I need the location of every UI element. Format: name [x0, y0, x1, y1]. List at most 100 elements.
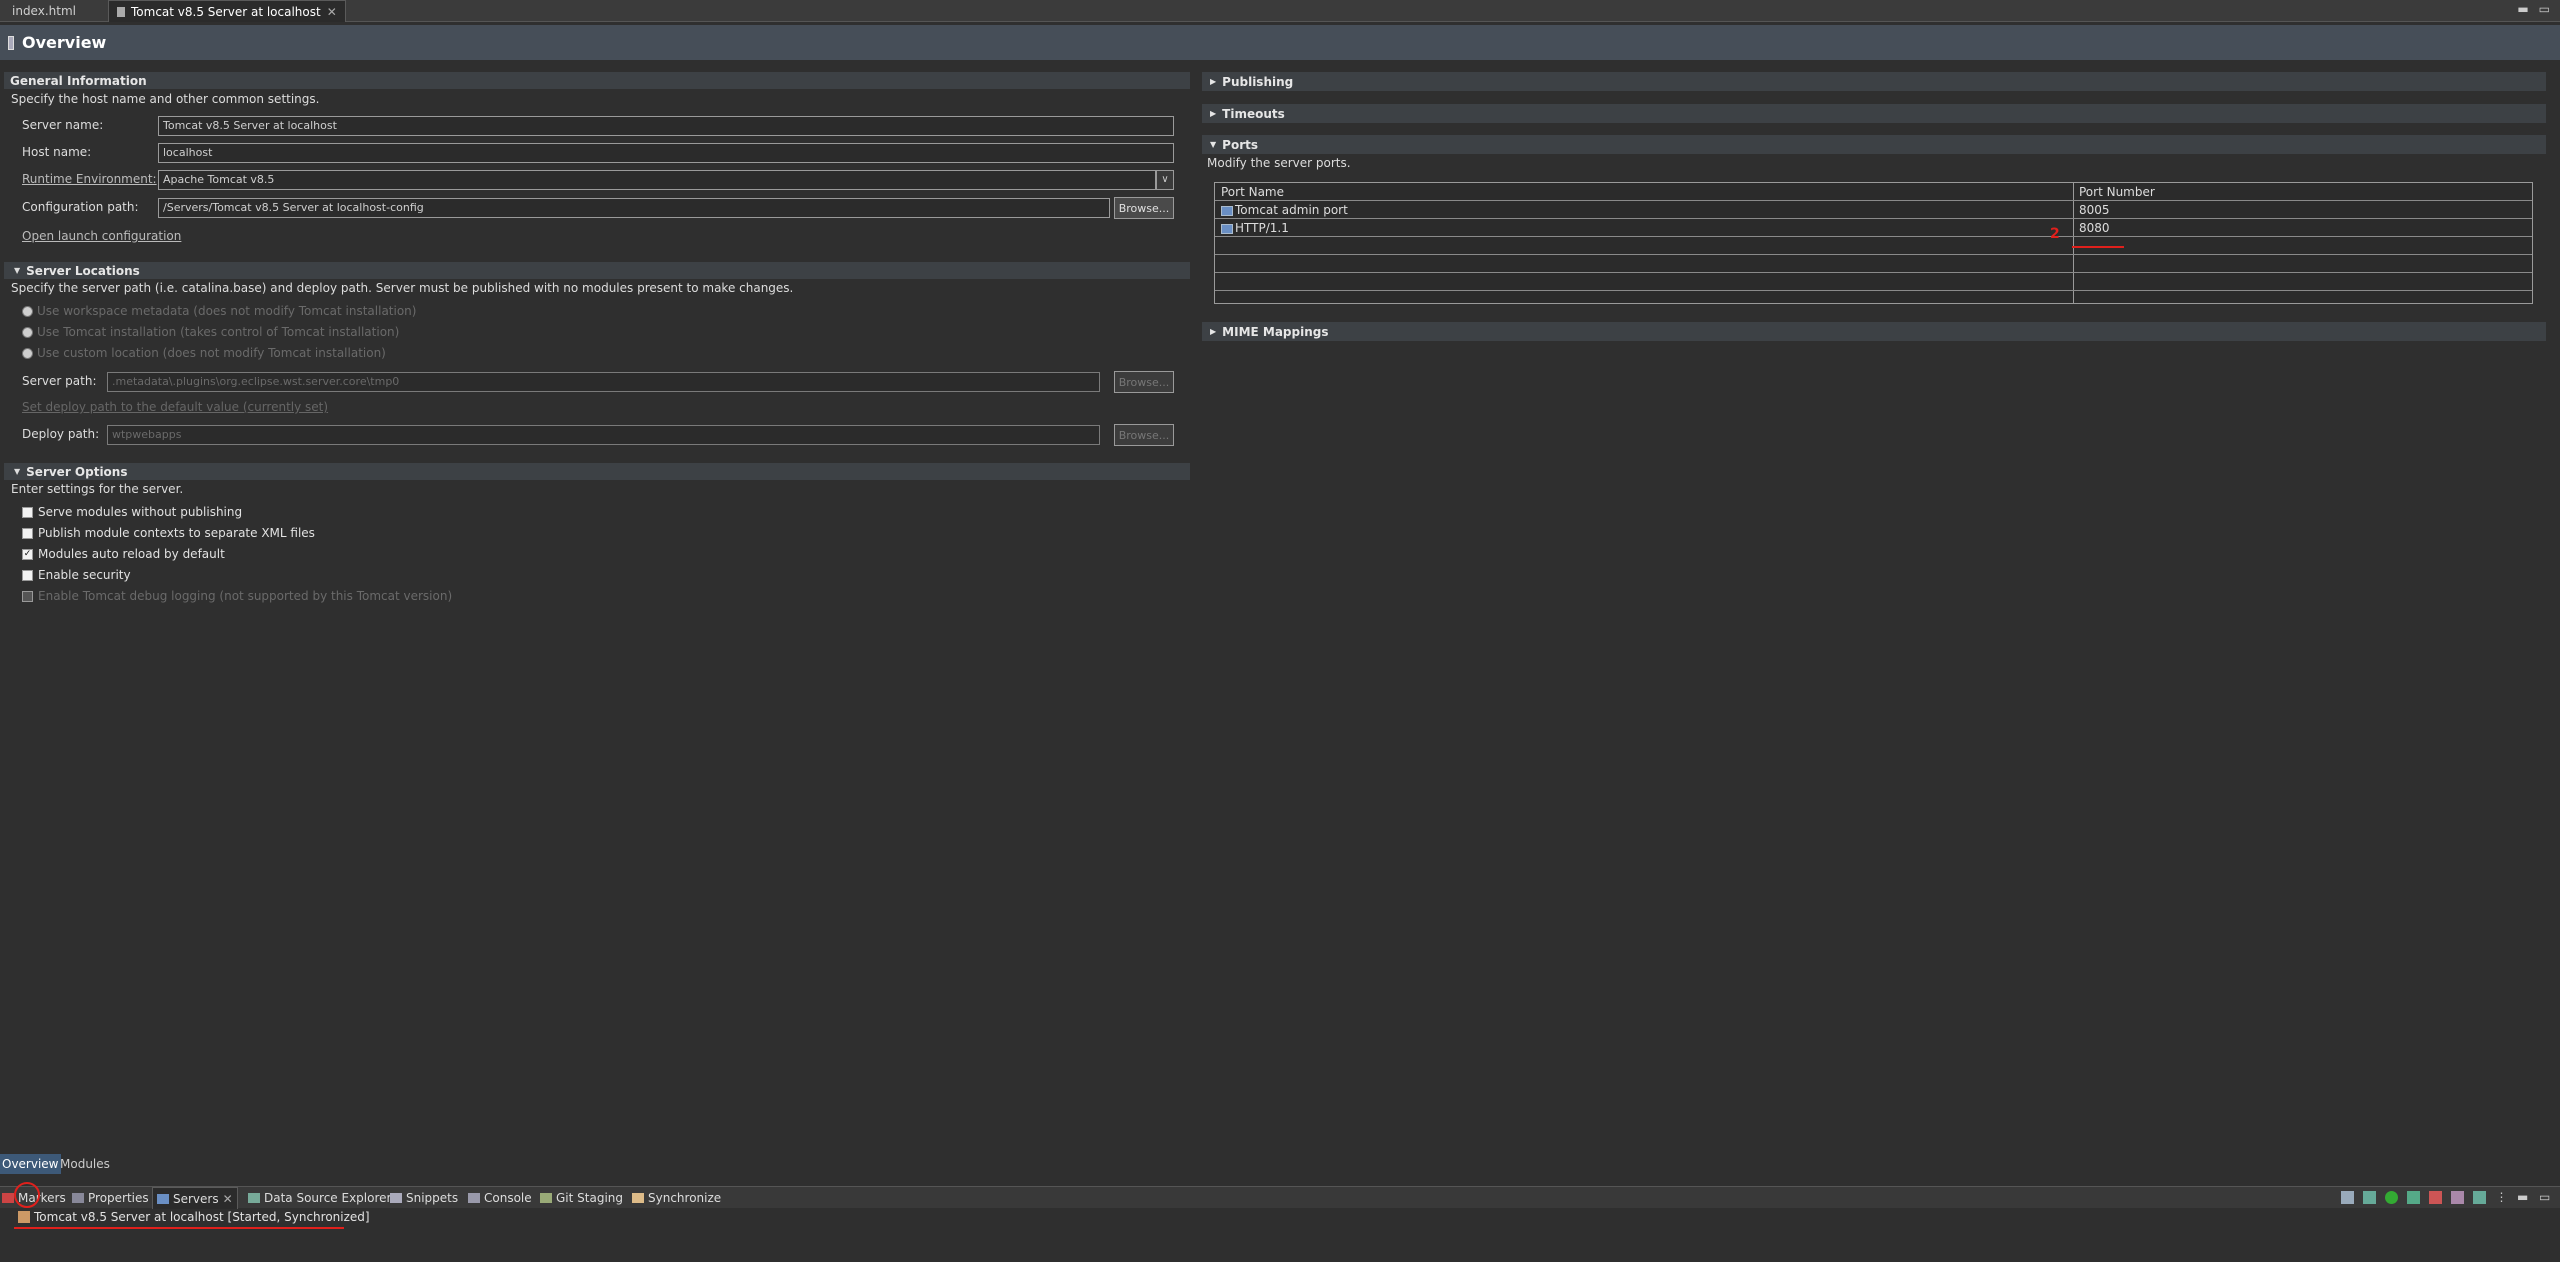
section-timeouts-header[interactable]: ▶ Timeouts [1202, 104, 2546, 123]
ports-table-header: Port Name Port Number [1215, 183, 2532, 201]
section-publishing-header[interactable]: ▶ Publishing [1202, 72, 2546, 91]
section-locations-title: Server Locations [26, 263, 140, 278]
checkbox-enable-security[interactable]: Enable security [22, 568, 131, 582]
snippets-icon [390, 1193, 402, 1203]
tab-properties-label: Properties [88, 1191, 149, 1205]
server-path-browse-button[interactable]: Browse... [1114, 371, 1174, 393]
radio-custom-location[interactable]: Use custom location (does not modify Tom… [22, 346, 386, 360]
radio-tomcat-installation[interactable]: Use Tomcat installation (takes control o… [22, 325, 399, 339]
server-list-item-label: Tomcat v8.5 Server at localhost [Started… [34, 1210, 370, 1224]
configuration-path-label: Configuration path: [22, 200, 139, 214]
server-path-label: Server path: [22, 374, 97, 388]
tab-tomcat-server[interactable]: Tomcat v8.5 Server at localhost ✕ [108, 0, 346, 22]
start-icon[interactable] [2385, 1191, 2398, 1204]
page-title: Overview [22, 33, 107, 52]
checkbox-icon [22, 569, 33, 581]
minimize-icon[interactable]: ▬ [2517, 1191, 2530, 1204]
runtime-environment-link[interactable]: Runtime Environment: [22, 172, 157, 186]
radio-icon [22, 347, 33, 359]
radio-workspace-metadata-label: Use workspace metadata (does not modify … [37, 304, 417, 318]
tab-tomcat-server-label: Tomcat v8.5 Server at localhost [131, 4, 321, 19]
tab-properties[interactable]: Properties [72, 1187, 149, 1209]
tab-git-staging[interactable]: Git Staging [540, 1187, 623, 1209]
configuration-path-field[interactable]: /Servers/Tomcat v8.5 Server at localhost… [158, 198, 1110, 218]
section-options-header[interactable]: ▼ Server Options [4, 463, 1190, 480]
tab-console[interactable]: Console [468, 1187, 532, 1209]
port-number-cell[interactable]: 8080 [2073, 219, 2110, 237]
collapse-all-icon[interactable] [2341, 1191, 2354, 1204]
minimize-icon[interactable]: ▬ [2517, 2, 2528, 16]
close-icon[interactable]: ✕ [223, 1188, 233, 1210]
server-list-item[interactable]: Tomcat v8.5 Server at localhost [Started… [18, 1210, 370, 1224]
tab-servers-label: Servers [173, 1191, 219, 1206]
tab-data-source-explorer-label: Data Source Explorer [264, 1191, 392, 1205]
ports-table: Port Name Port Number Tomcat admin port … [1214, 182, 2533, 304]
host-name-field[interactable]: localhost [158, 143, 1174, 163]
chevron-down-icon[interactable]: ∨ [1156, 170, 1174, 190]
section-ports-title: Ports [1222, 137, 1258, 152]
editor-icon [8, 35, 14, 50]
maximize-icon[interactable]: ▭ [2539, 1191, 2552, 1204]
tab-snippets[interactable]: Snippets [390, 1187, 458, 1209]
close-icon[interactable]: ✕ [327, 1, 337, 23]
stop-icon[interactable] [2429, 1191, 2442, 1204]
section-locations-header[interactable]: ▼ Server Locations [4, 262, 1190, 279]
port-name-text: HTTP/1.1 [1235, 221, 1289, 235]
section-timeouts-title: Timeouts [1222, 106, 1285, 121]
maximize-icon[interactable]: ▭ [2539, 2, 2550, 16]
server-name-field[interactable]: Tomcat v8.5 Server at localhost [158, 116, 1174, 136]
tab-index-html-label: index.html [12, 4, 76, 18]
overview-header: Overview [0, 25, 2560, 60]
tab-overview[interactable]: Overview [0, 1154, 61, 1174]
checkbox-icon [22, 590, 33, 602]
deploy-path-browse-button[interactable]: Browse... [1114, 424, 1174, 446]
view-menu-icon[interactable]: ⋮ [2495, 1191, 2508, 1204]
checkbox-auto-reload-label: Modules auto reload by default [38, 547, 225, 561]
window-controls: ▬ ▭ [2517, 2, 2550, 16]
checkbox-serve-modules[interactable]: Serve modules without publishing [22, 505, 242, 519]
database-icon [248, 1193, 260, 1203]
section-mime-header[interactable]: ▶ MIME Mappings [1202, 322, 2546, 341]
views-tab-bar: Markers Properties Servers ✕ Data Source… [0, 1186, 2560, 1209]
annotation-underline [2072, 246, 2124, 248]
configuration-browse-button[interactable]: Browse... [1114, 197, 1174, 219]
tab-console-label: Console [484, 1191, 532, 1205]
port-number-cell[interactable]: 8005 [2073, 201, 2110, 219]
checkbox-auto-reload[interactable]: ✓ Modules auto reload by default [22, 547, 225, 561]
open-launch-configuration-link[interactable]: Open launch configuration [22, 229, 181, 243]
checkbox-debug-logging[interactable]: Enable Tomcat debug logging (not support… [22, 589, 452, 603]
section-options-description: Enter settings for the server. [11, 482, 184, 496]
server-path-field[interactable]: .metadata\.plugins\org.eclipse.wst.serve… [107, 372, 1100, 392]
table-row[interactable]: HTTP/1.1 8080 [1215, 219, 2532, 237]
section-general-header[interactable]: General Information [4, 72, 1190, 89]
publish-icon[interactable] [2451, 1191, 2464, 1204]
annotation-mark-2: 2 [2050, 226, 2060, 242]
port-name-cell: HTTP/1.1 [1215, 219, 1289, 237]
table-row-empty [1215, 255, 2532, 273]
set-deploy-path-link[interactable]: Set deploy path to the default value (cu… [22, 400, 328, 414]
section-publishing-title: Publishing [1222, 74, 1294, 89]
table-row[interactable]: Tomcat admin port 8005 [1215, 201, 2532, 219]
tab-servers[interactable]: Servers ✕ [152, 1187, 238, 1209]
host-name-label: Host name: [22, 145, 92, 159]
radio-workspace-metadata[interactable]: Use workspace metadata (does not modify … [22, 304, 416, 318]
tab-index-html[interactable]: index.html [4, 0, 84, 22]
runtime-environment-select[interactable]: Apache Tomcat v8.5 [158, 170, 1156, 190]
deploy-path-label: Deploy path: [22, 427, 100, 441]
column-header-port-number[interactable]: Port Number [2073, 183, 2155, 201]
debug-icon[interactable] [2363, 1191, 2376, 1204]
clean-icon[interactable] [2473, 1191, 2486, 1204]
section-locations-description: Specify the server path (i.e. catalina.b… [11, 281, 794, 295]
tab-modules[interactable]: Modules [58, 1154, 112, 1174]
profile-icon[interactable] [2407, 1191, 2420, 1204]
port-icon [1221, 223, 1233, 234]
table-row-empty [1215, 273, 2532, 291]
tab-synchronize[interactable]: Synchronize [632, 1187, 721, 1209]
column-header-port-name[interactable]: Port Name [1215, 183, 1284, 201]
tab-data-source-explorer[interactable]: Data Source Explorer [248, 1187, 391, 1209]
collapse-icon: ▼ [1210, 140, 1217, 149]
checkbox-publish-contexts[interactable]: Publish module contexts to separate XML … [22, 526, 315, 540]
section-mime-title: MIME Mappings [1222, 324, 1329, 339]
deploy-path-field[interactable]: wtpwebapps [107, 425, 1100, 445]
section-ports-header[interactable]: ▼ Ports [1202, 135, 2546, 154]
